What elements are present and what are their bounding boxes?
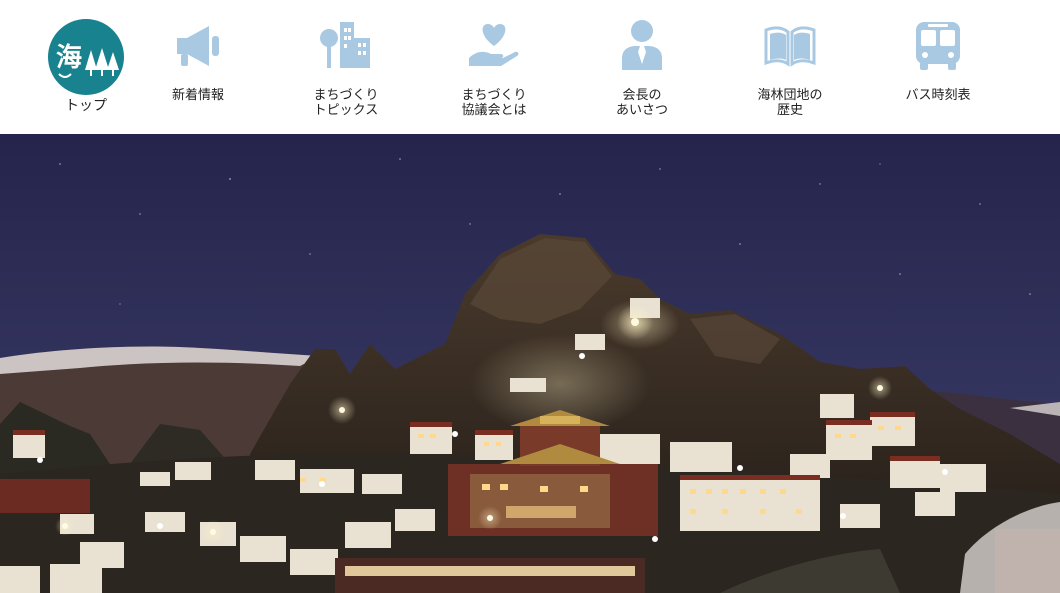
nav-item-bus-timetable[interactable]: バス時刻表	[868, 18, 1008, 128]
nav-item-town-topics[interactable]: まちづくり トピックス	[276, 18, 416, 128]
svg-text:海: 海	[56, 43, 82, 73]
nav-item-council-about[interactable]: まちづくり 協議会とは	[424, 18, 564, 128]
global-navigation: 海 トップ 新着情報 まちづくり トピックス まちづくり 協議会とは 会長の あ…	[0, 0, 1060, 134]
open-book-icon	[762, 18, 818, 74]
nav-label-top: トップ	[65, 98, 107, 114]
nav-item-chairman-greeting[interactable]: 会長の あいさつ	[572, 18, 712, 128]
heart-hand-icon	[466, 18, 522, 74]
bus-icon	[910, 18, 966, 74]
megaphone-icon	[170, 18, 226, 74]
nav-label-history: 海林団地の 歴史	[757, 88, 823, 118]
person-icon	[614, 18, 670, 74]
kairin-logo-icon: 海	[47, 18, 125, 96]
nav-label-town-topics: まちづくり トピックス	[313, 88, 379, 118]
nav-label-chairman-greeting: 会長の あいさつ	[615, 88, 668, 118]
nav-label-news: 新着情報	[171, 88, 224, 103]
nav-item-news[interactable]: 新着情報	[128, 18, 268, 128]
hero-night-town-photo	[0, 134, 1060, 593]
nav-item-history[interactable]: 海林団地の 歴史	[720, 18, 860, 128]
nav-label-bus-timetable: バス時刻表	[905, 88, 971, 103]
nav-label-council-about: まちづくり 協議会とは	[461, 88, 527, 118]
town-buildings-icon	[318, 18, 374, 74]
